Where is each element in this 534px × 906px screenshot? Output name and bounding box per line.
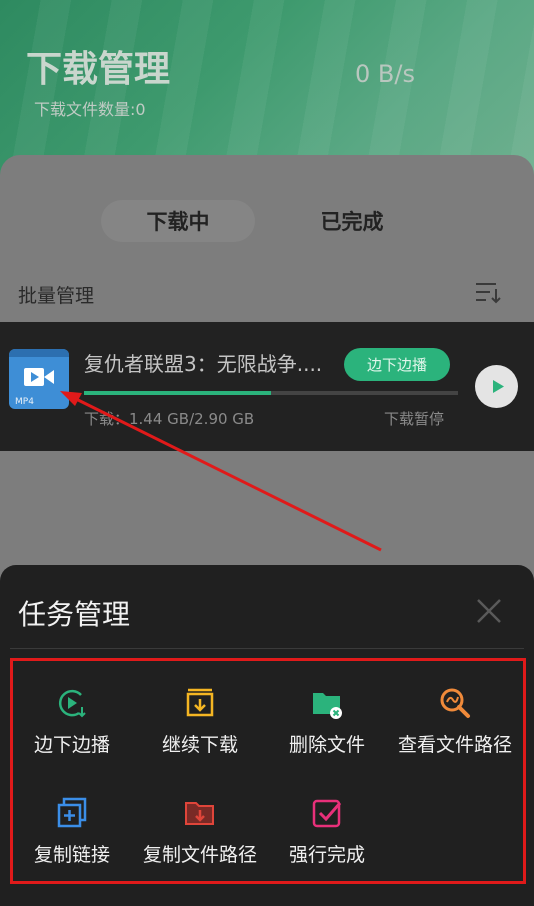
action-label: 边下边播: [33, 734, 110, 756]
force-complete-icon: [312, 799, 342, 828]
action-label: 复制文件路径: [142, 844, 257, 866]
copy-path-icon: [185, 802, 214, 825]
action-label: 查看文件路径: [397, 734, 512, 756]
download-title: 复仇者联盟3：无限战争....: [84, 352, 323, 376]
file-count: 下载文件数量:0: [34, 100, 146, 119]
action-label: 继续下载: [161, 734, 238, 756]
tab-completed[interactable]: 已完成: [275, 200, 429, 242]
action-label: 复制链接: [33, 844, 110, 866]
action-stream-play[interactable]: 边下边播: [7, 686, 137, 757]
stream-play-button[interactable]: 边下边播: [344, 348, 450, 381]
download-speed: 0 B/s: [355, 60, 415, 88]
download-progress-fill: [84, 391, 271, 395]
resume-download-icon: [186, 688, 214, 717]
search-path-icon: [440, 688, 470, 718]
action-resume-download[interactable]: 继续下载: [135, 686, 265, 757]
download-progress-bar: [84, 391, 458, 395]
close-icon[interactable]: [476, 598, 502, 624]
sort-icon[interactable]: [474, 281, 502, 305]
action-label: 强行完成: [288, 844, 365, 866]
copy-link-icon: [57, 797, 87, 828]
action-copy-path[interactable]: 复制文件路径: [135, 796, 265, 867]
action-view-path[interactable]: 查看文件路径: [390, 686, 520, 757]
resume-button[interactable]: [475, 365, 518, 408]
action-copy-link[interactable]: 复制链接: [7, 796, 137, 867]
play-icon: [493, 380, 504, 393]
action-force-complete[interactable]: 强行完成: [262, 796, 392, 867]
sheet-title: 任务管理: [18, 598, 131, 631]
play-download-icon: [58, 689, 86, 718]
video-camera-icon: [24, 368, 54, 386]
download-row[interactable]: [0, 322, 534, 451]
action-delete-file[interactable]: 删除文件: [262, 686, 392, 757]
download-size: 下载：1.44 GB/2.90 GB: [84, 410, 255, 428]
delete-folder-icon: [313, 693, 342, 719]
tab-downloading[interactable]: 下载中: [101, 200, 255, 242]
video-thumbnail[interactable]: MP4: [9, 349, 69, 409]
page-title: 下载管理: [26, 49, 171, 90]
action-label: 删除文件: [288, 734, 365, 756]
file-type-label: MP4: [15, 397, 34, 407]
download-status: 下载暂停: [384, 410, 445, 428]
sheet-divider: [10, 648, 524, 649]
batch-manage-label[interactable]: 批量管理: [18, 281, 94, 308]
